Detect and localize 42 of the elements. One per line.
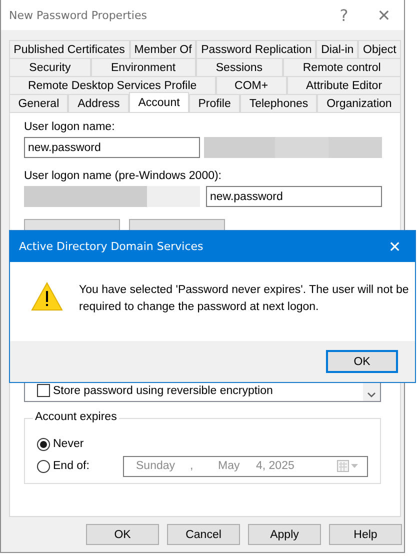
tab[interactable]: Account	[129, 92, 190, 112]
radio-button[interactable]	[37, 438, 50, 450]
tab[interactable]: Remote control	[282, 58, 402, 76]
message-text: You have selected 'Password never expires'. The user will not be required to change the password at next logon.	[79, 283, 409, 315]
dialog-title: Active Directory Domain Services	[19, 240, 204, 253]
tab[interactable]: Member Of	[130, 40, 196, 58]
tab[interactable]: Telephones	[240, 94, 318, 112]
tab[interactable]: Sessions	[196, 58, 283, 76]
tab[interactable]: Object	[358, 40, 401, 58]
tab[interactable]: Password Replication	[196, 40, 316, 58]
tab[interactable]: Security	[9, 58, 91, 76]
tab[interactable]: Address	[68, 94, 130, 112]
window-title: New Password Properties	[9, 8, 148, 22]
close-button[interactable]: ✕	[375, 238, 415, 256]
dialog-button[interactable]: Help	[329, 524, 402, 545]
warning-icon	[31, 282, 63, 311]
dialog-button[interactable]: OK	[86, 524, 159, 545]
tab[interactable]: Published Certificates	[9, 40, 130, 58]
chevron-down-icon[interactable]	[367, 392, 376, 398]
tab[interactable]: Environment	[90, 58, 196, 76]
radio-button[interactable]	[37, 460, 50, 472]
field-label: User logon name:	[24, 121, 116, 135]
tab[interactable]: Dial-in	[316, 40, 358, 58]
logon-name-field[interactable]: new.password	[24, 137, 200, 158]
tab[interactable]: General	[9, 94, 68, 112]
radio-label: End of:	[53, 460, 90, 472]
checkbox[interactable]	[37, 384, 50, 397]
field-label: User logon name (pre-Windows 2000):	[24, 170, 223, 184]
tab[interactable]: COM+	[216, 76, 288, 94]
help-button[interactable]: ?	[324, 6, 364, 24]
dialog-button[interactable]: Apply	[248, 524, 321, 545]
close-button[interactable]: ✕	[364, 6, 404, 24]
pre2000-name-field[interactable]: new.password	[206, 186, 382, 207]
tab[interactable]: Remote Desktop Services Profile	[9, 76, 216, 94]
tab[interactable]: Organization	[317, 94, 402, 112]
ok-button[interactable]: OK	[326, 350, 398, 373]
option-label: Store password using reversible encryption	[53, 384, 273, 396]
dialog-button[interactable]: Cancel	[167, 524, 240, 545]
radio-label: Never	[53, 438, 84, 450]
group-label: Account expires	[33, 411, 119, 423]
tab[interactable]: Profile	[189, 94, 240, 112]
tab[interactable]: Attribute Editor	[287, 76, 401, 94]
